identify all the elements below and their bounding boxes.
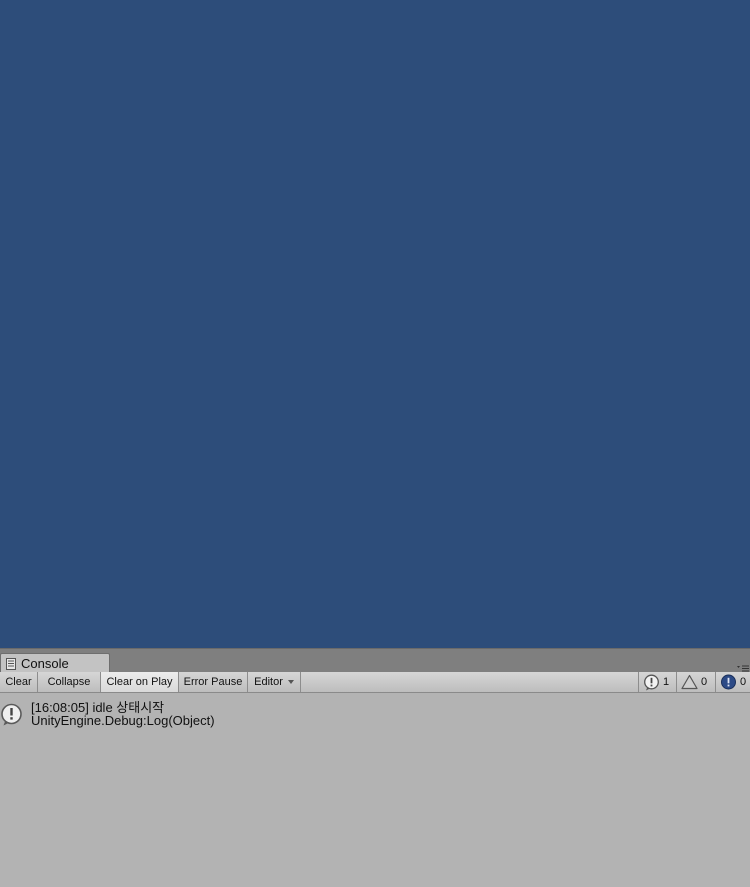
tab-console[interactable]: Console bbox=[0, 653, 110, 672]
warning-count-toggle[interactable]: 0 bbox=[676, 672, 715, 692]
error-count: 0 bbox=[740, 676, 747, 688]
clear-on-play-toggle[interactable]: Clear on Play bbox=[101, 672, 179, 692]
error-pause-toggle[interactable]: Error Pause bbox=[179, 672, 248, 692]
game-view[interactable] bbox=[0, 0, 750, 648]
info-icon bbox=[0, 703, 24, 727]
console-icon bbox=[6, 657, 16, 670]
panel-menu-icon[interactable] bbox=[736, 660, 750, 672]
tab-console-label: Console bbox=[21, 655, 69, 671]
log-count-toggle[interactable]: 1 bbox=[638, 672, 676, 692]
chevron-down-icon bbox=[287, 680, 294, 684]
editor-dropdown[interactable]: Editor bbox=[248, 672, 301, 692]
log-count: 1 bbox=[663, 676, 670, 688]
console-panel: Console Clear Collapse Clear on Play Err… bbox=[0, 648, 750, 887]
log-stack-trace: UnityEngine.Debug:Log(Object) bbox=[31, 713, 215, 728]
editor-dropdown-label: Editor bbox=[254, 676, 283, 688]
error-icon bbox=[721, 674, 736, 689]
console-toolbar: Clear Collapse Clear on Play Error Pause… bbox=[0, 672, 750, 693]
warning-icon bbox=[681, 674, 698, 690]
warning-count: 0 bbox=[701, 676, 708, 688]
collapse-button[interactable]: Collapse bbox=[38, 672, 101, 692]
console-tab-bar: Console bbox=[0, 649, 750, 672]
error-count-toggle[interactable]: 0 bbox=[715, 672, 750, 692]
log-list[interactable]: [16:08:05] idle 상태시작 UnityEngine.Debug:L… bbox=[0, 693, 750, 887]
list-item[interactable]: [16:08:05] idle 상태시작 UnityEngine.Debug:L… bbox=[0, 697, 750, 731]
clear-button[interactable]: Clear bbox=[0, 672, 38, 692]
info-count-icon bbox=[644, 674, 659, 690]
